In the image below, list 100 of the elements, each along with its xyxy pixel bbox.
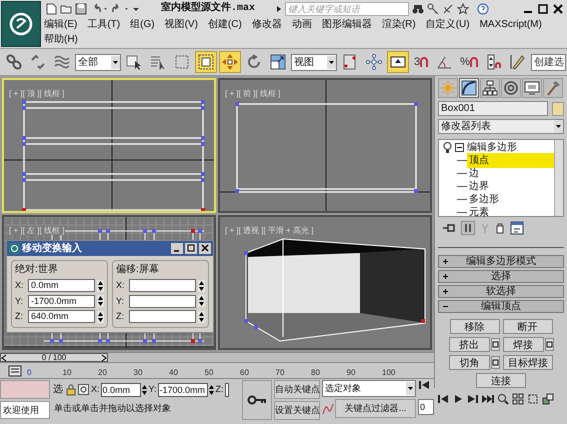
menu-item[interactable]: MAXScript(M) <box>480 17 542 32</box>
maximize-icon[interactable] <box>185 243 197 254</box>
menu-item[interactable]: 创建(C) <box>208 17 242 32</box>
modifier-list-dropdown[interactable]: 修改器列表 <box>438 119 564 134</box>
dropdown[interactable]: 视图 <box>291 54 337 70</box>
help-icon[interactable] <box>477 2 490 14</box>
folder-icon[interactable] <box>60 2 72 14</box>
spinner-field[interactable] <box>129 310 196 324</box>
collapse-icon[interactable] <box>455 143 464 152</box>
object-name-field[interactable]: Box001 <box>438 101 548 116</box>
rollout-header[interactable]: 编辑顶点 <box>438 300 564 313</box>
save-icon[interactable] <box>75 2 87 14</box>
redo-icon[interactable] <box>111 2 129 14</box>
sub-object-item[interactable]: 顶点 <box>467 153 554 168</box>
listener-field[interactable] <box>0 380 50 399</box>
toolbar-button[interactable] <box>387 51 409 73</box>
grid-icon[interactable] <box>512 393 524 405</box>
toolbar-button[interactable]: 3 <box>411 51 432 73</box>
rollout-header[interactable]: 软选择 <box>438 285 564 298</box>
spinner-arrows-icon[interactable] <box>142 384 147 396</box>
minimize-icon[interactable] <box>171 243 183 254</box>
modifier-stack-item[interactable]: 编辑多边形 <box>467 140 517 155</box>
menu-item[interactable]: 编辑(E) <box>44 17 78 32</box>
close-icon[interactable] <box>552 2 564 14</box>
skip-start-icon[interactable] <box>418 380 430 390</box>
command-button[interactable]: 焊接 <box>502 337 544 352</box>
spinner-arrows-icon[interactable] <box>97 280 104 292</box>
previous-frame-icon[interactable] <box>437 394 449 404</box>
rollout-header[interactable]: 选择 <box>438 270 564 283</box>
set-key-mode-button[interactable]: 设置关键点 <box>274 401 320 420</box>
command-button[interactable]: 目标焊接 <box>503 355 553 370</box>
new-file-icon[interactable] <box>45 2 57 14</box>
curve-editor-icon[interactable] <box>8 365 22 377</box>
curve-icon[interactable] <box>322 402 334 416</box>
skip-end-icon[interactable] <box>482 394 494 404</box>
sub-object-item[interactable]: 多边形 <box>467 192 554 207</box>
spinner-arrows-icon[interactable] <box>97 295 104 308</box>
menu-item[interactable]: 动画 <box>292 17 312 32</box>
object-color-swatch[interactable] <box>552 102 564 116</box>
panel-tab[interactable] <box>459 78 479 98</box>
close-icon[interactable] <box>199 243 211 254</box>
key-filters-button[interactable]: 关键点过滤器... <box>335 399 416 418</box>
coordinate-field[interactable]: -1700.0mm <box>158 382 208 396</box>
pause-bars-icon[interactable] <box>461 221 475 235</box>
command-button[interactable]: 连接 <box>476 373 526 388</box>
spinner-arrows-icon[interactable] <box>198 310 205 323</box>
frame-field[interactable]: 0 <box>418 399 434 415</box>
spinner-field[interactable] <box>129 279 196 292</box>
maximize-icon[interactable] <box>537 2 549 14</box>
spinner-field[interactable]: 0.0mm <box>28 279 95 292</box>
panel-tab[interactable] <box>501 78 521 98</box>
key-mode-dropdown[interactable]: 选定对象 <box>322 380 416 397</box>
toolbar-button[interactable]: % <box>457 51 481 73</box>
selection-lock-button[interactable]: 选 <box>52 382 64 397</box>
spinner-arrows-icon[interactable] <box>97 310 104 323</box>
configure-icon[interactable] <box>510 221 524 235</box>
auto-key-button[interactable]: 自动关键点 <box>274 380 320 399</box>
command-button[interactable]: 断开 <box>502 319 552 334</box>
command-button[interactable]: 移除 <box>450 319 500 334</box>
dropdown[interactable]: 全部 <box>75 54 121 70</box>
toolbar-button[interactable] <box>195 51 217 73</box>
spinner-arrows-icon[interactable] <box>208 384 214 396</box>
star-icon[interactable] <box>457 2 470 14</box>
coordinate-field[interactable] <box>224 382 229 396</box>
settings-icon[interactable] <box>544 338 554 351</box>
coordinate-field[interactable]: 0.0mm <box>100 382 141 396</box>
sub-object-item[interactable]: 元素 <box>467 205 554 220</box>
scrollbar[interactable] <box>554 140 563 216</box>
command-button[interactable]: 切角 <box>449 355 490 370</box>
menu-item[interactable]: 渲染(R) <box>382 17 416 32</box>
spinner-field[interactable] <box>129 294 196 308</box>
trash-icon[interactable] <box>495 222 505 234</box>
settings-icon[interactable] <box>491 356 500 369</box>
next-frame-icon[interactable] <box>467 394 479 404</box>
rollout-header[interactable]: 编辑多边形模式 <box>438 255 564 268</box>
command-button[interactable]: 挤出 <box>448 337 490 352</box>
panel-tab[interactable] <box>522 78 542 98</box>
spinner-arrows-icon[interactable] <box>198 280 205 292</box>
named-selection-field[interactable]: 创建选 <box>530 54 566 70</box>
panel-tab[interactable] <box>480 78 500 98</box>
menu-item[interactable]: 修改器 <box>252 17 282 32</box>
zoom-icon[interactable] <box>497 393 509 405</box>
cubes-icon[interactable] <box>542 393 554 405</box>
set-key-button[interactable] <box>242 380 272 420</box>
sub-object-item[interactable]: 边 <box>467 166 554 181</box>
time-slider-thumb[interactable]: 0 / 100 <box>0 353 108 362</box>
menu-item[interactable]: 工具(T) <box>87 17 120 32</box>
app-logo[interactable] <box>1 1 41 47</box>
menu-item[interactable]: 组(G) <box>130 17 155 32</box>
lock-icon[interactable] <box>66 384 76 396</box>
play-icon[interactable] <box>452 394 464 404</box>
viewport[interactable]: [ + ][ 左 ][ 线框 ] 移动变换输入 绝对:世界 X: 0.0mm Y: -1700.0mm Z: 640.0mm 偏移:屏幕 X: Y: Z: <box>2 215 216 350</box>
menu-item[interactable]: 视图(V) <box>164 17 198 32</box>
key-icon[interactable] <box>427 2 440 14</box>
spinner-field[interactable]: -1700.0mm <box>28 294 95 308</box>
listener-input-field[interactable]: 欢迎使用 <box>0 401 50 419</box>
crosshair-icon[interactable] <box>78 384 89 395</box>
spinner-field[interactable]: 640.0mm <box>28 310 95 324</box>
frame-icon[interactable] <box>527 393 539 405</box>
sub-object-item[interactable]: 边界 <box>467 179 554 194</box>
